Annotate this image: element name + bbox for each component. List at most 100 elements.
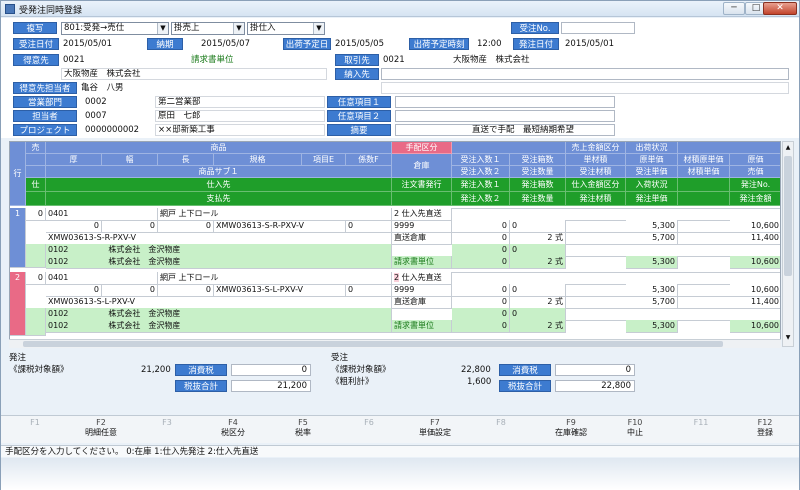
po-price-cell[interactable]: 5,300	[626, 256, 678, 269]
opt1-input[interactable]	[395, 96, 615, 108]
empty-cell[interactable]	[566, 320, 626, 321]
po-qty-cell[interactable]: 2	[547, 257, 552, 266]
po-in-qty2-header: 発注入数２	[452, 192, 510, 206]
delivery-extra	[381, 82, 789, 94]
row-number[interactable]: 2	[10, 272, 26, 336]
empty-cell[interactable]	[678, 296, 730, 297]
f6-key[interactable]: F6	[339, 418, 399, 428]
sale-type-select[interactable]: 掛売上 ▼	[171, 22, 245, 35]
payee-code-cell[interactable]: 0102	[48, 321, 68, 330]
f4-key[interactable]: F4 税区分	[203, 418, 263, 438]
sales-dept-code-input[interactable]: 0002	[85, 96, 107, 108]
deadline-input[interactable]: 2015/05/07	[201, 38, 250, 50]
rep-input[interactable]: 亀谷 八男	[81, 82, 124, 94]
f11-key[interactable]: F11	[671, 418, 731, 428]
po-in-qty2-cell[interactable]: 0	[452, 256, 510, 269]
purchase-type-select[interactable]: 掛仕入 ▼	[247, 22, 325, 35]
empty-cell[interactable]	[510, 208, 566, 209]
opt2-input[interactable]	[395, 110, 615, 122]
chevron-down-icon: ▼	[233, 23, 244, 34]
empty-cell[interactable]	[626, 272, 678, 273]
f12-key[interactable]: F12 登録	[735, 418, 795, 438]
close-button[interactable]: ✕	[763, 2, 797, 15]
vendor-code-cell[interactable]: 0102	[48, 309, 68, 318]
horizontal-scrollbar[interactable]	[9, 339, 781, 348]
order-date-input[interactable]: 2015/05/01	[63, 38, 112, 50]
f9-key[interactable]: F9 在庫確認	[541, 418, 601, 438]
po-qty-cell[interactable]: 2	[547, 321, 552, 330]
scroll-up-icon[interactable]: ▲	[784, 144, 792, 154]
empty-cell[interactable]	[566, 284, 626, 285]
po-tax-input[interactable]: 0	[231, 364, 311, 376]
memo-input[interactable]: 直送で手配 最短納期希望	[395, 124, 615, 136]
arrival-header: 入荷状況	[626, 178, 678, 192]
qty-cell[interactable]: 2	[547, 297, 552, 306]
po-amount-cell[interactable]: 10,600	[730, 256, 780, 269]
empty-cell[interactable]	[510, 272, 566, 273]
customer-code-input[interactable]: 0021	[63, 54, 85, 66]
project-code-input[interactable]: 0000000002	[85, 124, 139, 136]
f8-key[interactable]: F8	[471, 418, 531, 428]
type-select[interactable]: 801:受発→売仕 ▼	[61, 22, 169, 35]
payee-code-cell[interactable]: 0102	[48, 257, 68, 266]
ship-time-input[interactable]: 12:00	[477, 38, 502, 50]
order-unit-cell[interactable]: 請求書単位	[392, 256, 452, 269]
f2-key[interactable]: F2 明細任意	[71, 418, 131, 438]
empty-cell[interactable]	[566, 208, 626, 209]
empty-cell[interactable]	[678, 320, 730, 321]
row-number[interactable]: 1	[10, 208, 26, 268]
empty-cell[interactable]	[26, 308, 46, 336]
empty-cell[interactable]	[730, 208, 780, 209]
empty-cell[interactable]	[678, 284, 730, 285]
f3-key[interactable]: F3	[137, 418, 197, 428]
qty-cell[interactable]: 2	[547, 233, 552, 242]
scroll-thumb[interactable]	[784, 156, 792, 276]
empty-cell[interactable]	[626, 208, 678, 209]
empty-cell[interactable]	[566, 272, 626, 273]
copy-button[interactable]: 複写	[13, 22, 57, 34]
sale-class-cell[interactable]: 0	[26, 208, 46, 221]
issue-date-input[interactable]: 2015/05/01	[565, 38, 614, 50]
delivery-input[interactable]	[381, 68, 789, 80]
empty-cell[interactable]	[566, 308, 780, 309]
hscroll-thumb[interactable]	[23, 341, 723, 347]
order-no-label: 受注No.	[511, 22, 559, 34]
empty-cell[interactable]	[566, 232, 626, 233]
empty-cell[interactable]	[678, 256, 730, 257]
empty-cell[interactable]	[566, 256, 626, 257]
purchase-type-value: 掛仕入	[250, 23, 276, 33]
empty-cell[interactable]	[566, 244, 780, 245]
so-tax-input[interactable]: 0	[555, 364, 635, 376]
empty-cell[interactable]	[678, 272, 730, 273]
order-no-input[interactable]	[561, 22, 635, 34]
empty-cell[interactable]	[392, 308, 452, 309]
order-unit-cell[interactable]: 請求書単位	[392, 320, 452, 333]
arrange-code[interactable]: 2	[394, 273, 400, 282]
po-in-qty2-cell[interactable]: 0	[452, 320, 510, 333]
empty-cell[interactable]	[566, 296, 626, 297]
minimize-button[interactable]: ─	[723, 2, 745, 15]
empty-cell[interactable]	[730, 272, 780, 273]
scroll-down-icon[interactable]: ▼	[784, 334, 792, 344]
ship-date-input[interactable]: 2015/05/05	[335, 38, 384, 50]
supplier-code-input[interactable]: 0021	[383, 54, 405, 66]
empty-cell[interactable]	[392, 244, 452, 245]
f7-key[interactable]: F7 単価設定	[405, 418, 465, 438]
vertical-scrollbar[interactable]: ▲ ▼	[782, 141, 794, 347]
empty-cell[interactable]	[678, 208, 730, 209]
empty-cell[interactable]	[26, 244, 46, 268]
vendor-code-cell[interactable]: 0102	[48, 245, 68, 254]
po-price-cell[interactable]: 5,300	[626, 320, 678, 333]
staff-code-input[interactable]: 0007	[85, 110, 107, 122]
arrange-code[interactable]: 2	[394, 209, 399, 218]
sale-class-cell[interactable]: 0	[26, 272, 46, 285]
empty-cell[interactable]	[678, 220, 730, 221]
f5-key[interactable]: F5 税率	[273, 418, 333, 438]
po-amount-cell[interactable]: 10,600	[730, 320, 780, 333]
empty-cell[interactable]	[452, 208, 510, 209]
empty-cell[interactable]	[678, 232, 730, 233]
empty-cell[interactable]	[566, 220, 626, 221]
empty-cell[interactable]	[452, 272, 510, 273]
f10-key[interactable]: F10 中止	[605, 418, 665, 438]
f1-key[interactable]: F1	[5, 418, 65, 428]
